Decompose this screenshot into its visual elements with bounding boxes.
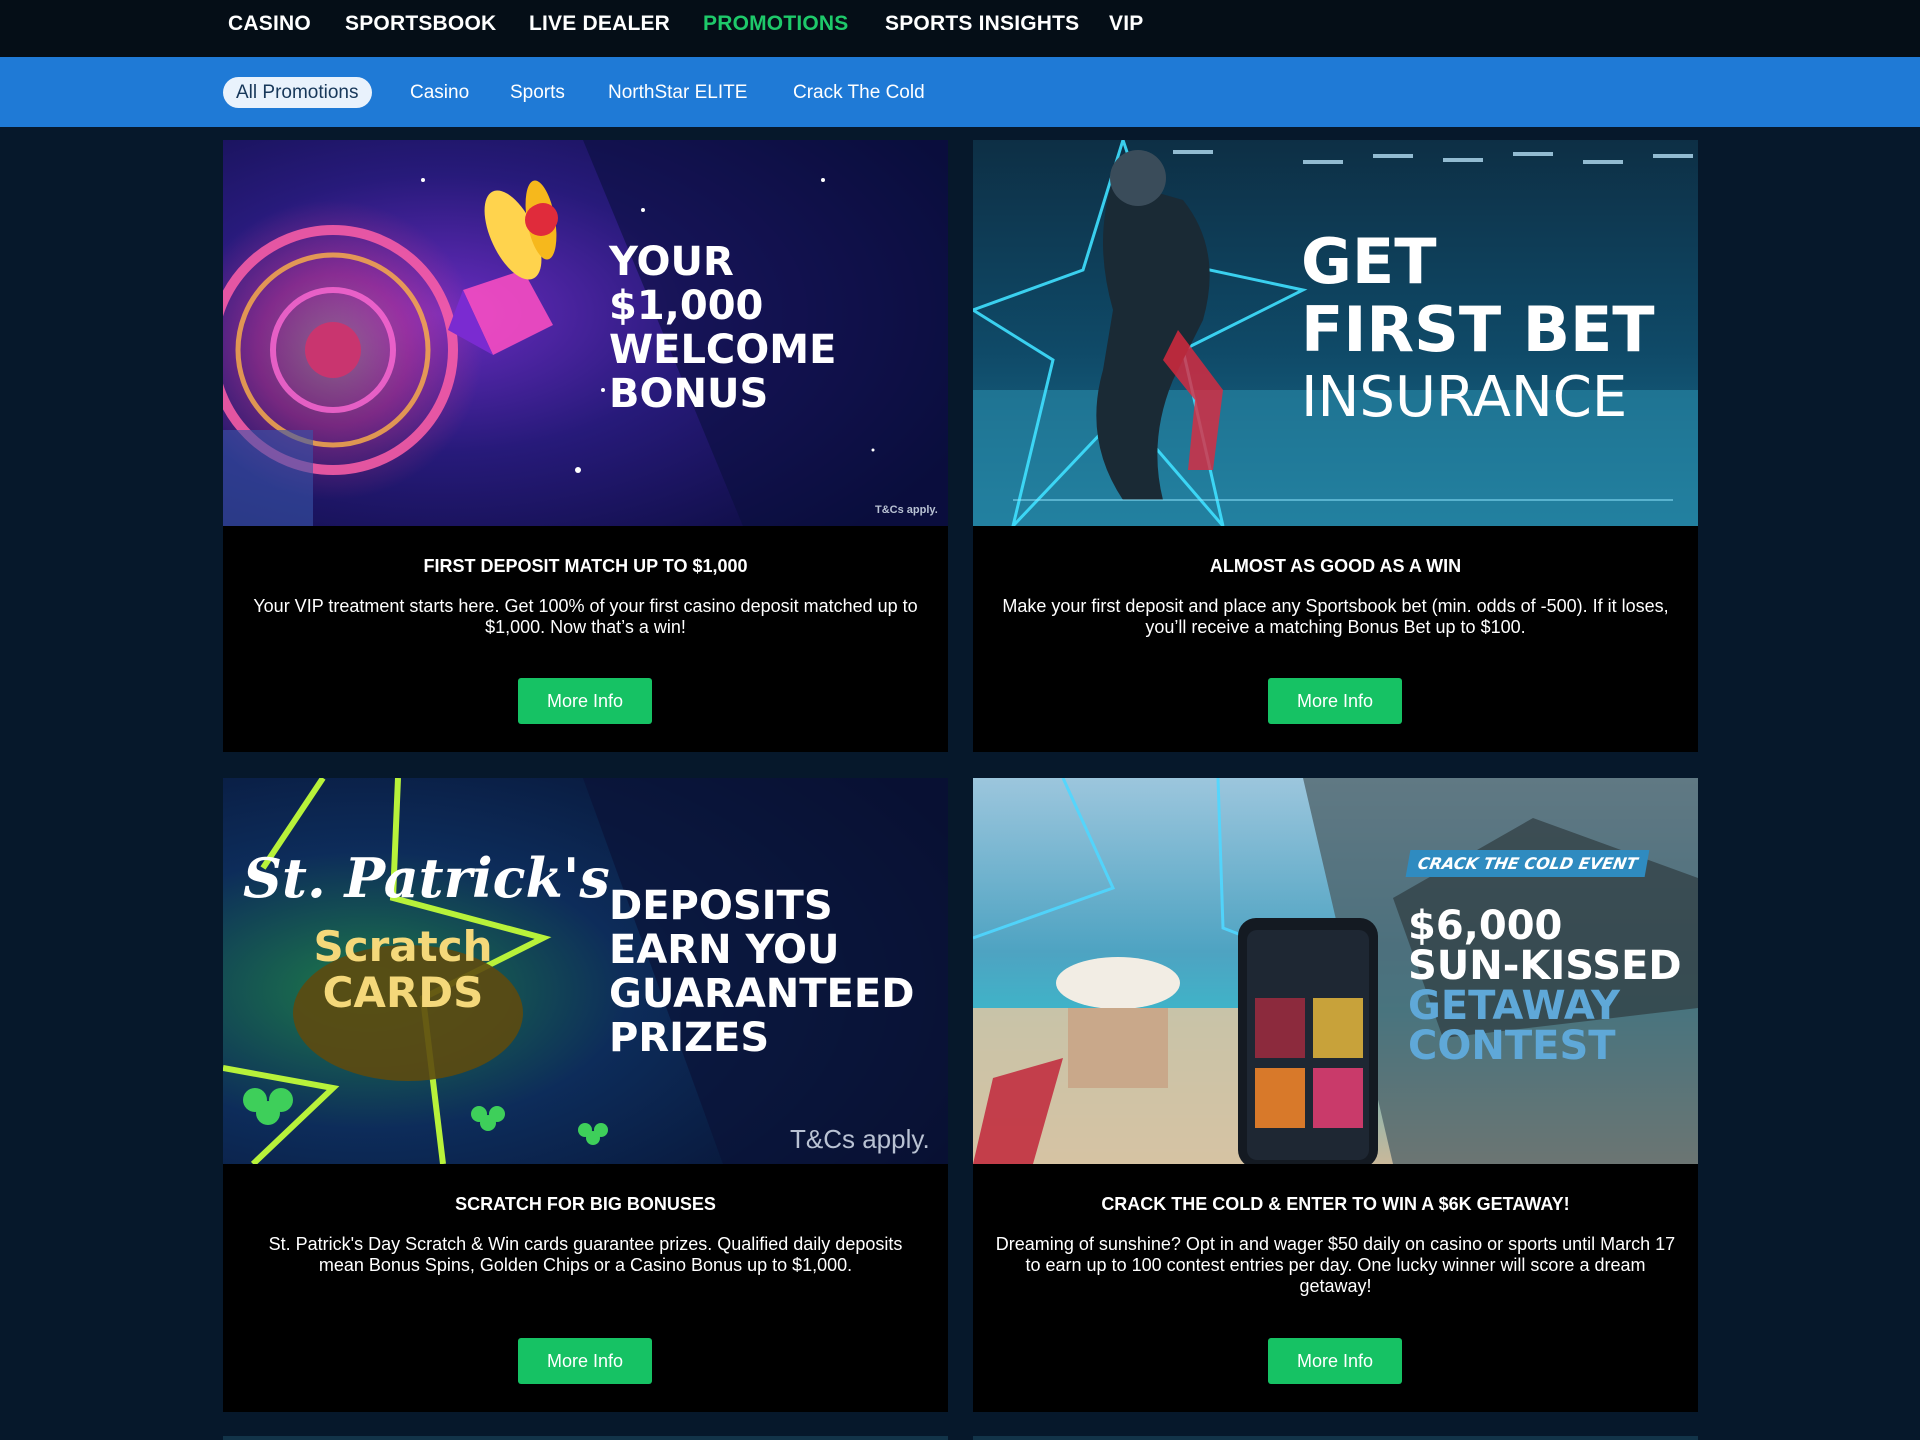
more-info-button[interactable]: More Info: [1268, 1338, 1402, 1384]
filter-crack-the-cold[interactable]: Crack The Cold: [793, 77, 925, 108]
filter-all-promotions[interactable]: All Promotions: [223, 77, 372, 108]
promo-description: Dreaming of sunshine? Opt in and wager $…: [995, 1234, 1676, 1296]
banner-headline: DEPOSITS EARN YOU GUARANTEED PRIZES: [609, 883, 915, 1061]
filter-northstar-elite[interactable]: NorthStar ELITE: [608, 77, 747, 108]
promo-banner-scratch-cards[interactable]: St. Patrick's Scratch CARDS DEPOSITS EAR…: [223, 778, 948, 1164]
banner-headline: $6,000 SUN-KISSED GETAWAY CONTEST: [1408, 903, 1682, 1069]
more-info-button[interactable]: More Info: [518, 1338, 652, 1384]
promo-banner-welcome-bonus[interactable]: YOUR $1,000 WELCOME BONUS T&Cs apply.: [223, 140, 948, 526]
banner-headline: GET FIRST BET INSURANCE: [1301, 225, 1655, 431]
promo-title: FIRST DEPOSIT MATCH UP TO $1,000: [423, 556, 748, 576]
banner-headline: YOUR $1,000 WELCOME BONUS: [609, 239, 837, 417]
nav-sports-insights[interactable]: SPORTS INSIGHTS: [885, 12, 1079, 40]
more-info-button[interactable]: More Info: [518, 678, 652, 724]
promo-banner-first-bet-insurance[interactable]: GET FIRST BET INSURANCE: [973, 140, 1698, 526]
nav-promotions[interactable]: PROMOTIONS: [703, 12, 849, 40]
nav-casino[interactable]: CASINO: [228, 12, 311, 40]
promo-banner-getaway-contest[interactable]: CRACK THE COLD EVENT $6,000 SUN-KISSED G…: [973, 778, 1698, 1164]
promo-description: Make your first deposit and place any Sp…: [1002, 596, 1669, 637]
next-promo-card-peek: [223, 1436, 948, 1440]
nav-live-dealer[interactable]: LIVE DEALER: [529, 12, 670, 40]
top-navigation-bar: CASINO SPORTSBOOK LIVE DEALER PROMOTIONS…: [0, 0, 1920, 57]
filter-sports[interactable]: Sports: [510, 77, 565, 108]
more-info-button[interactable]: More Info: [1268, 678, 1402, 724]
next-promo-card-peek: [973, 1436, 1698, 1440]
banner-tcs-note: T&Cs apply.: [790, 1124, 930, 1154]
promo-card: CRACK THE COLD EVENT $6,000 SUN-KISSED G…: [973, 778, 1698, 1412]
filter-casino[interactable]: Casino: [410, 77, 469, 108]
promo-description: Your VIP treatment starts here. Get 100%…: [253, 596, 918, 637]
promo-title: SCRATCH FOR BIG BONUSES: [455, 1194, 716, 1214]
promotions-filter-bar: All Promotions Casino Sports NorthStar E…: [0, 57, 1920, 127]
promo-card: YOUR $1,000 WELCOME BONUS T&Cs apply. FI…: [223, 140, 948, 752]
promo-title: ALMOST AS GOOD AS A WIN: [1209, 556, 1462, 576]
casino-banner-image: [223, 140, 948, 526]
event-tag: CRACK THE COLD EVENT: [1405, 850, 1650, 877]
promo-card: St. Patrick's Scratch CARDS DEPOSITS EAR…: [223, 778, 948, 1412]
banner-tcs-note: T&Cs apply.: [875, 504, 938, 516]
promo-description: St. Patrick's Day Scratch & Win cards gu…: [268, 1234, 903, 1275]
nav-sportsbook[interactable]: SPORTSBOOK: [345, 12, 496, 40]
promo-title: CRACK THE COLD & ENTER TO WIN A $6K GETA…: [1101, 1194, 1570, 1214]
nav-vip[interactable]: VIP: [1109, 12, 1143, 40]
promo-card: GET FIRST BET INSURANCE ALMOST AS GOOD A…: [973, 140, 1698, 752]
scratch-cards-logo: St. Patrick's Scratch CARDS: [243, 846, 610, 1017]
